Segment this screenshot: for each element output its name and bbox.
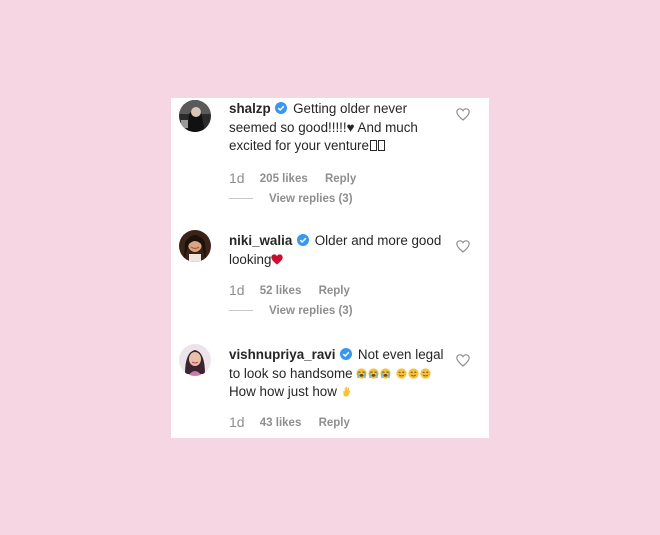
loudly-crying-face-icon [380, 367, 391, 379]
missing-glyph-icon [369, 140, 377, 151]
divider-line [229, 310, 253, 312]
comment-item: shalzp Getting older never seemed so goo… [171, 98, 489, 218]
loudly-crying-face-icon [368, 367, 379, 379]
verified-badge-icon [340, 348, 353, 360]
username[interactable]: niki_walia [229, 233, 292, 248]
red-heart-icon [271, 253, 284, 265]
view-replies-label: View replies (3) [269, 305, 353, 317]
comment-item: niki_walia Older and more good looking 1… [171, 230, 489, 334]
comment-meta: 1d 205 likes Reply [229, 170, 356, 188]
heart-symbol: ♥ [346, 119, 355, 135]
comment-text: shalzp Getting older never seemed so goo… [229, 100, 451, 156]
avatar[interactable] [179, 344, 211, 376]
smiling-face-icon [408, 367, 419, 379]
username[interactable]: vishnupriya_ravi [229, 347, 335, 362]
smiling-face-icon [396, 367, 407, 379]
likes-count[interactable]: 52 likes [260, 285, 302, 297]
comment-text: vishnupriya_ravi Not even legal to look … [229, 346, 451, 402]
timestamp[interactable]: 1d [229, 282, 245, 298]
verified-badge-icon [297, 234, 309, 246]
reply-button[interactable]: Reply [325, 173, 356, 185]
avatar[interactable] [179, 230, 211, 262]
timestamp[interactable]: 1d [229, 170, 245, 186]
comment-text: niki_walia Older and more good looking [229, 232, 451, 269]
comments-card: shalzp Getting older never seemed so goo… [171, 98, 489, 438]
loudly-crying-face-icon [356, 367, 367, 379]
comment-body-continued: How how just how [229, 384, 341, 399]
verified-badge-icon [275, 102, 288, 114]
avatar[interactable] [179, 100, 211, 132]
reply-button[interactable]: Reply [319, 285, 350, 297]
username[interactable]: shalzp [229, 101, 271, 116]
divider-line [229, 198, 253, 200]
reply-button[interactable]: Reply [319, 417, 350, 429]
missing-glyph-icon [377, 140, 385, 151]
comment-item: vishnupriya_ravi Not even legal to look … [171, 344, 489, 438]
smiling-face-icon [420, 367, 431, 379]
like-heart-icon[interactable] [456, 354, 470, 367]
raised-hand-icon [342, 386, 351, 397]
like-heart-icon[interactable] [456, 240, 470, 253]
comment-meta: 1d 43 likes Reply [229, 414, 350, 432]
view-replies-button[interactable]: View replies (3) [229, 305, 353, 321]
likes-count[interactable]: 43 likes [260, 417, 302, 429]
likes-count[interactable]: 205 likes [260, 173, 308, 185]
timestamp[interactable]: 1d [229, 414, 245, 430]
view-replies-label: View replies (3) [269, 193, 353, 205]
like-heart-icon[interactable] [456, 108, 470, 121]
view-replies-button[interactable]: View replies (3) [229, 193, 353, 209]
comment-meta: 1d 52 likes Reply [229, 282, 350, 300]
